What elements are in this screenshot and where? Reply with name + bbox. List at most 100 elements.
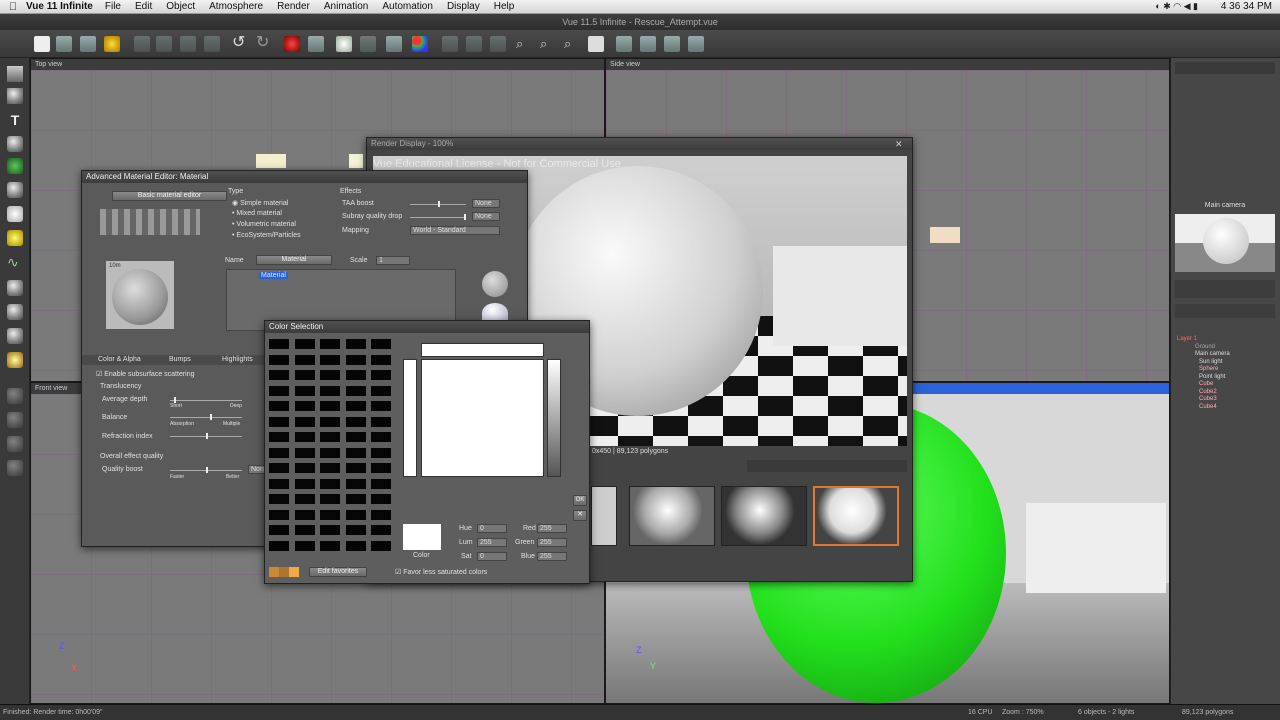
color-swatch[interactable] xyxy=(371,354,391,365)
color-swatch[interactable] xyxy=(269,370,289,380)
ecosystem-icon[interactable] xyxy=(7,280,23,296)
render-icon[interactable] xyxy=(284,36,300,52)
color-swatch[interactable] xyxy=(371,385,391,396)
open-icon[interactable] xyxy=(56,36,72,52)
color-swatch[interactable] xyxy=(269,525,289,535)
tab-highlights[interactable]: Highlights xyxy=(222,356,253,363)
color-swatch[interactable] xyxy=(345,370,366,380)
taa-slider[interactable] xyxy=(410,201,466,207)
frame-icon[interactable] xyxy=(588,36,604,52)
rock-icon[interactable] xyxy=(7,182,23,198)
app-name-menu[interactable]: Vue 11 Infinite xyxy=(26,1,93,12)
plant-tool-icon[interactable] xyxy=(7,158,23,174)
material-icon[interactable] xyxy=(412,36,428,52)
color-swatch[interactable] xyxy=(269,463,289,473)
tree-cube3[interactable]: Cube3 xyxy=(1177,396,1230,404)
luminance-strip[interactable] xyxy=(547,359,561,477)
preview-controls[interactable] xyxy=(1175,280,1275,298)
menubar-clock[interactable]: 4 36 34 PM xyxy=(1221,1,1272,12)
favor-less-saturated-checkbox[interactable]: ☑ Favor less saturated colors xyxy=(395,568,487,576)
color-swatch[interactable] xyxy=(294,540,315,551)
apple-icon[interactable]:  xyxy=(0,1,26,13)
favorites-icon[interactable] xyxy=(269,567,299,577)
color-swatch[interactable] xyxy=(294,416,315,427)
layer-tools[interactable] xyxy=(100,209,200,235)
menu-help[interactable]: Help xyxy=(494,1,515,12)
color-swatch[interactable] xyxy=(269,385,289,396)
color-swatch[interactable] xyxy=(294,370,315,380)
color-swatch[interactable] xyxy=(345,494,366,504)
blue-input[interactable]: 255 xyxy=(537,552,567,561)
sat-input[interactable]: 0 xyxy=(477,552,507,561)
brush-icon[interactable] xyxy=(7,304,23,320)
color-swatch[interactable] xyxy=(269,354,289,365)
tab-bumps[interactable]: Bumps xyxy=(169,356,191,363)
path-icon[interactable]: ∿ xyxy=(7,254,23,270)
color-swatch[interactable] xyxy=(269,432,289,442)
color-swatch[interactable] xyxy=(345,509,366,520)
color-swatch[interactable] xyxy=(294,509,315,520)
side-view-object[interactable] xyxy=(930,227,960,243)
tree-cube[interactable]: Cube xyxy=(1177,381,1230,389)
color-swatch[interactable] xyxy=(345,478,366,489)
edit-favorites-button[interactable]: Edit favorites xyxy=(309,567,367,577)
taa-value[interactable]: None xyxy=(472,199,500,208)
color-swatch[interactable] xyxy=(371,339,391,349)
tree-point-light[interactable]: Point light xyxy=(1177,374,1230,382)
metablob-icon[interactable] xyxy=(7,412,23,428)
atmosphere-icon[interactable] xyxy=(336,36,352,52)
color-swatch[interactable] xyxy=(269,478,289,489)
color-swatch[interactable] xyxy=(320,370,340,380)
new-scene-icon[interactable] xyxy=(34,36,50,52)
color-swatch[interactable] xyxy=(345,447,366,458)
zoom-out-icon[interactable]: ⌕ xyxy=(564,36,580,52)
color-swatch[interactable] xyxy=(294,463,315,473)
zoom-in-icon[interactable]: ⌕ xyxy=(540,36,556,52)
color-swatch[interactable] xyxy=(371,540,391,551)
camera-cube[interactable] xyxy=(1026,503,1166,593)
color-swatch[interactable] xyxy=(345,339,366,349)
menu-file[interactable]: File xyxy=(105,1,121,12)
color-swatch[interactable] xyxy=(294,447,315,458)
browser-tabs[interactable] xyxy=(1175,304,1275,318)
color-swatch[interactable] xyxy=(294,354,315,365)
basic-editor-button[interactable]: Basic material editor xyxy=(112,191,227,201)
mapping-select[interactable]: World - Standard xyxy=(410,226,500,235)
color-swatch[interactable] xyxy=(294,432,315,442)
tree-main-camera[interactable]: Main camera xyxy=(1177,351,1230,359)
redo-icon[interactable]: ↻ xyxy=(256,35,272,52)
undo-icon[interactable]: ↺ xyxy=(232,35,248,52)
plane-icon[interactable] xyxy=(7,66,23,82)
radio-volumetric[interactable]: • Volumetric material xyxy=(232,221,296,228)
zoom-icon[interactable]: ⌕ xyxy=(516,36,532,52)
color-swatch[interactable] xyxy=(294,339,315,349)
plant-icon[interactable] xyxy=(386,36,402,52)
render-thumb-4-selected[interactable] xyxy=(813,486,899,546)
menu-edit[interactable]: Edit xyxy=(135,1,152,12)
link-icon[interactable] xyxy=(490,36,506,52)
fullscreen-icon[interactable] xyxy=(664,36,680,52)
color-swatch[interactable] xyxy=(371,463,391,473)
color-swatch[interactable] xyxy=(269,339,289,349)
close-icon[interactable]: ✕ xyxy=(895,139,903,150)
color-swatch[interactable] xyxy=(269,401,289,411)
lum-input[interactable]: 255 xyxy=(477,538,507,547)
top-view-object[interactable] xyxy=(256,154,286,168)
balance-slider[interactable] xyxy=(170,414,242,420)
color-swatch[interactable] xyxy=(320,447,340,458)
color-swatch[interactable] xyxy=(371,432,391,442)
panel-tools[interactable] xyxy=(1175,62,1275,74)
color-swatch[interactable] xyxy=(320,385,340,396)
color-swatch[interactable] xyxy=(345,540,366,551)
terrain-icon[interactable] xyxy=(360,36,376,52)
color-swatch[interactable] xyxy=(345,401,366,411)
cube-icon[interactable] xyxy=(7,88,23,104)
color-swatch[interactable] xyxy=(371,416,391,427)
menu-animation[interactable]: Animation xyxy=(324,1,368,12)
radio-ecosystem[interactable]: • EcoSystem/Particles xyxy=(232,232,301,239)
color-swatch[interactable] xyxy=(320,540,340,551)
color-swatch[interactable] xyxy=(320,354,340,365)
color-field[interactable] xyxy=(421,359,544,477)
color-selection-window[interactable]: Color Selection Color Hue 0 Lum 255 Sat … xyxy=(264,320,590,584)
status-icons[interactable]: ◐ ✱ ◠ ◀ ▮ xyxy=(1155,1,1198,12)
